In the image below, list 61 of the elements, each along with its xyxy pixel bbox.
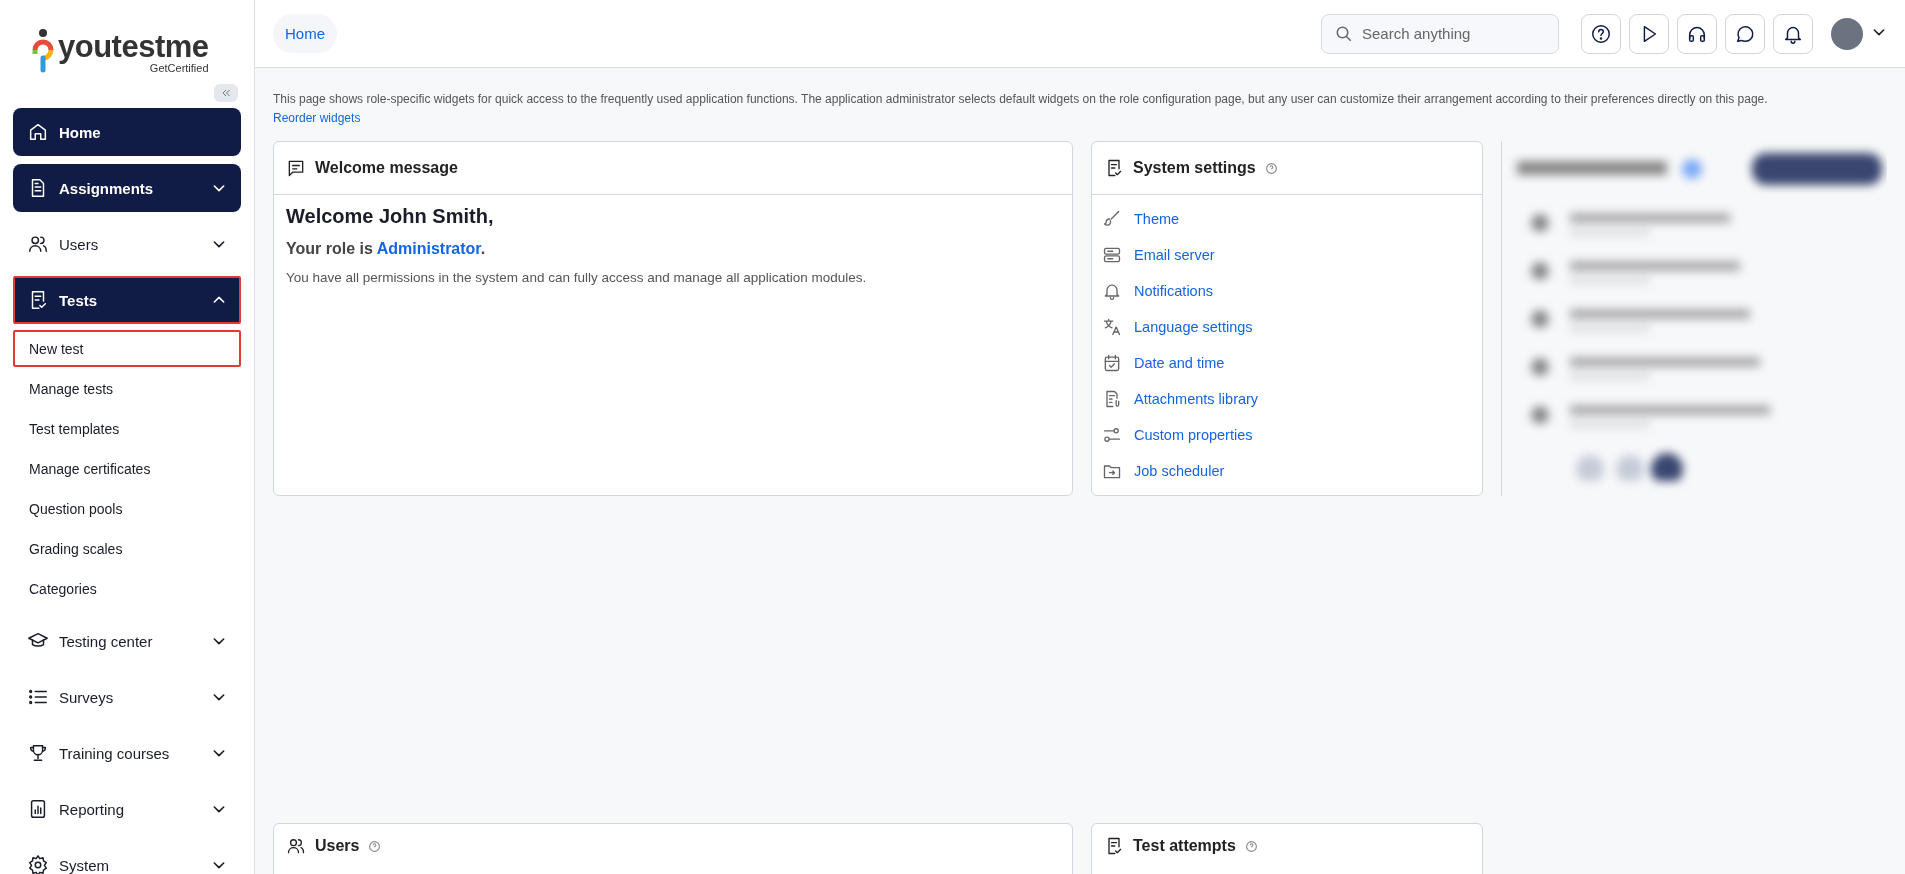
widget-title: System settings xyxy=(1133,159,1256,177)
nav-item[interactable]: Training courses xyxy=(13,729,241,777)
breadcrumb-link[interactable]: Home xyxy=(273,14,337,53)
role-link[interactable]: Administrator xyxy=(376,240,481,257)
nav-item[interactable]: Testing center xyxy=(13,617,241,665)
settings-link[interactable]: Custom properties xyxy=(1134,427,1253,443)
submenu-item[interactable]: New test xyxy=(13,330,241,367)
users-icon xyxy=(27,233,49,255)
welcome-heading: Welcome John Smith, xyxy=(286,205,495,228)
submenu-item[interactable]: Grading scales xyxy=(13,530,241,567)
calendar-check-icon xyxy=(1102,353,1122,373)
logo-text: youtestme GetCertified xyxy=(58,31,209,74)
chat-bubble-button[interactable] xyxy=(1725,13,1765,54)
nav-item[interactable]: Assignments xyxy=(13,164,241,212)
widget-title: Test attempts xyxy=(1133,837,1236,855)
trophy-icon xyxy=(27,742,49,764)
logo-tagline: GetCertified xyxy=(149,63,209,74)
double-chevron-left-icon xyxy=(220,87,232,99)
submenu-item[interactable]: Manage tests xyxy=(13,370,241,407)
settings-link[interactable]: Date and time xyxy=(1134,355,1225,371)
logo-icon xyxy=(32,28,54,74)
settings-icon xyxy=(27,854,49,874)
submenu-item[interactable]: Manage certificates xyxy=(13,450,241,487)
widget-title: Welcome message xyxy=(315,159,458,177)
settings-link[interactable]: Theme xyxy=(1134,211,1180,227)
settings-link[interactable]: Email server xyxy=(1134,247,1215,263)
help-icon xyxy=(1590,22,1612,45)
nav-item[interactable]: Home xyxy=(13,108,241,156)
help-icon xyxy=(1264,161,1278,175)
server-icon xyxy=(1102,245,1122,265)
intro-text: This page shows role-specific widgets for quick access to the frequently used application functions. The application administrator selects default widgets on the role configuration page, but any user can customize their arrangement according to their preferences directly on this page. xyxy=(273,92,1769,106)
help-button[interactable] xyxy=(1581,13,1621,54)
home-icon xyxy=(27,121,49,143)
settings-link[interactable]: Notifications xyxy=(1134,283,1213,299)
role-text: Your role is Administrator. xyxy=(286,240,487,258)
avatar[interactable] xyxy=(1831,17,1863,50)
nav-item[interactable]: Tests xyxy=(13,276,241,324)
chat-bubble-icon xyxy=(286,158,306,178)
help-icon xyxy=(368,839,382,853)
nav-item[interactable]: Reporting xyxy=(13,785,241,833)
submenu-item[interactable]: Test templates xyxy=(13,410,241,447)
settings-link[interactable]: Attachments library xyxy=(1134,391,1259,407)
nav-item[interactable]: Users xyxy=(13,220,241,268)
play-button[interactable] xyxy=(1629,13,1669,54)
reorder-widgets-link[interactable]: Reorder widgets xyxy=(273,111,361,125)
help-icon xyxy=(1244,839,1258,853)
search-field[interactable]: Search anything xyxy=(1321,13,1559,54)
settings-link[interactable]: Job scheduler xyxy=(1134,463,1225,479)
widget-title: Users xyxy=(315,837,360,855)
sliders-icon xyxy=(1102,425,1122,445)
welcome-description: You have all permissions in the system and can fully access and manage all application modules. xyxy=(286,270,868,285)
settings-link[interactable]: Language settings xyxy=(1134,319,1253,335)
headphones-button[interactable] xyxy=(1677,13,1717,54)
nav-item[interactable]: Surveys xyxy=(13,673,241,721)
bell-button[interactable] xyxy=(1773,13,1813,54)
users-icon xyxy=(286,836,306,856)
submenu-item[interactable]: Question pools xyxy=(13,490,241,527)
brush-icon xyxy=(1102,209,1122,229)
nav-item[interactable]: System xyxy=(13,841,241,874)
submenu-item[interactable]: Categories xyxy=(13,570,241,607)
translate-icon xyxy=(1102,317,1122,337)
